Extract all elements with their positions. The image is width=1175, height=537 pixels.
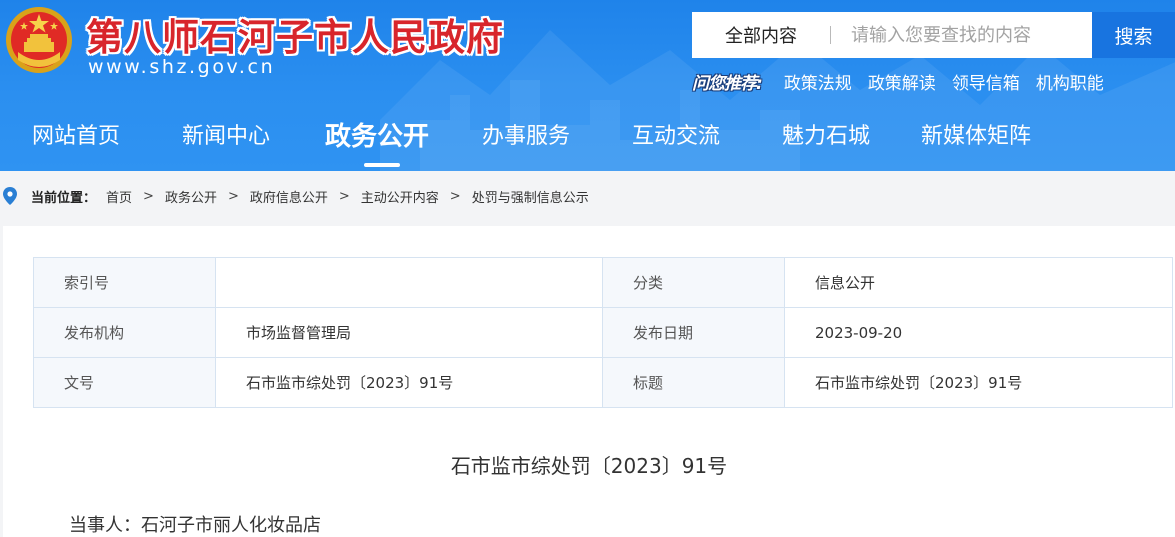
- breadcrumb-separator: >: [227, 188, 239, 204]
- main-nav: 网站首页 新闻中心 政务公开 办事服务 互动交流 魅力石城 新媒体矩阵: [0, 108, 1175, 171]
- meta-value-publisher: 市场监督管理局: [215, 307, 603, 358]
- site-title: 第八师石河子市人民政府: [86, 16, 504, 59]
- table-row: 文号 石市监市综处罚〔2023〕91号 标题 石市监市综处罚〔2023〕91号: [33, 357, 1173, 408]
- party-line: 当事人：石河子市丽人化妆品店: [69, 515, 321, 536]
- breadcrumb-item-penalty-info[interactable]: 处罚与强制信息公示: [472, 187, 589, 206]
- meta-key-index-number: 索引号: [33, 257, 216, 308]
- nav-item-interaction[interactable]: 互动交流: [632, 108, 720, 171]
- nav-active-indicator: [364, 163, 400, 167]
- breadcrumb: 当前位置： 首页 > 政务公开 > 政府信息公开 > 主动公开内容 > 处罚与强…: [0, 180, 1175, 212]
- search-input[interactable]: [831, 12, 1092, 58]
- metadata-table: 索引号 分类 信息公开 发布机构 市场监督管理局 发布日期 2023-09-20…: [33, 257, 1173, 408]
- breadcrumb-item-home[interactable]: 首页: [106, 187, 132, 206]
- recommend-link-agency-functions[interactable]: 机构职能: [1036, 69, 1104, 94]
- meta-value-index-number: [215, 257, 603, 308]
- recommend-link-leader-mailbox[interactable]: 领导信箱: [952, 69, 1020, 94]
- meta-value-title: 石市监市综处罚〔2023〕91号: [784, 357, 1173, 408]
- recommend-label: 问您推荐:: [692, 73, 763, 94]
- content-panel: 索引号 分类 信息公开 发布机构 市场监督管理局 发布日期 2023-09-20…: [3, 226, 1175, 537]
- search-button[interactable]: 搜索: [1092, 12, 1175, 58]
- meta-value-document-number: 石市监市综处罚〔2023〕91号: [215, 357, 603, 408]
- site-url: www.shz.gov.cn: [88, 56, 276, 78]
- table-row: 发布机构 市场监督管理局 发布日期 2023-09-20: [33, 307, 1173, 358]
- breadcrumb-separator: >: [143, 188, 154, 204]
- location-pin-icon: [3, 187, 17, 205]
- nav-item-new-media[interactable]: 新媒体矩阵: [921, 108, 1031, 171]
- document-title: 石市监市综处罚〔2023〕91号: [450, 454, 728, 478]
- search-scope-select[interactable]: 全部内容: [692, 22, 830, 48]
- breadcrumb-separator: >: [449, 188, 461, 204]
- nav-item-charm-city[interactable]: 魅力石城: [782, 108, 870, 171]
- breadcrumb-separator: >: [338, 188, 350, 204]
- meta-key-category: 分类: [602, 257, 785, 308]
- meta-value-publish-date: 2023-09-20: [784, 307, 1173, 358]
- nav-item-news[interactable]: 新闻中心: [182, 108, 270, 171]
- nav-item-home[interactable]: 网站首页: [32, 108, 120, 171]
- breadcrumb-item-government-affairs[interactable]: 政务公开: [165, 187, 217, 206]
- breadcrumb-item-info-disclosure[interactable]: 政府信息公开: [250, 187, 328, 206]
- meta-key-publish-date: 发布日期: [602, 307, 785, 358]
- national-emblem-icon: [6, 7, 72, 73]
- meta-key-title: 标题: [602, 357, 785, 408]
- meta-key-publisher: 发布机构: [33, 307, 216, 358]
- recommend-row: 问您推荐: 政策法规 政策解读 领导信箱 机构职能: [692, 68, 1104, 94]
- meta-value-category: 信息公开: [784, 257, 1173, 308]
- nav-item-services[interactable]: 办事服务: [482, 108, 570, 171]
- search-box: 全部内容: [692, 12, 1092, 58]
- nav-item-government-affairs[interactable]: 政务公开: [325, 108, 429, 171]
- recommend-link-policy-interpretation[interactable]: 政策解读: [868, 69, 936, 94]
- breadcrumb-label: 当前位置：: [31, 190, 97, 206]
- table-row: 索引号 分类 信息公开: [33, 257, 1173, 308]
- breadcrumb-item-active-disclosure[interactable]: 主动公开内容: [361, 187, 439, 206]
- meta-key-document-number: 文号: [33, 357, 216, 408]
- recommend-link-policy-regulations[interactable]: 政策法规: [784, 69, 852, 94]
- site-header: 第八师石河子市人民政府 www.shz.gov.cn 全部内容 搜索 问您推荐:…: [0, 0, 1175, 171]
